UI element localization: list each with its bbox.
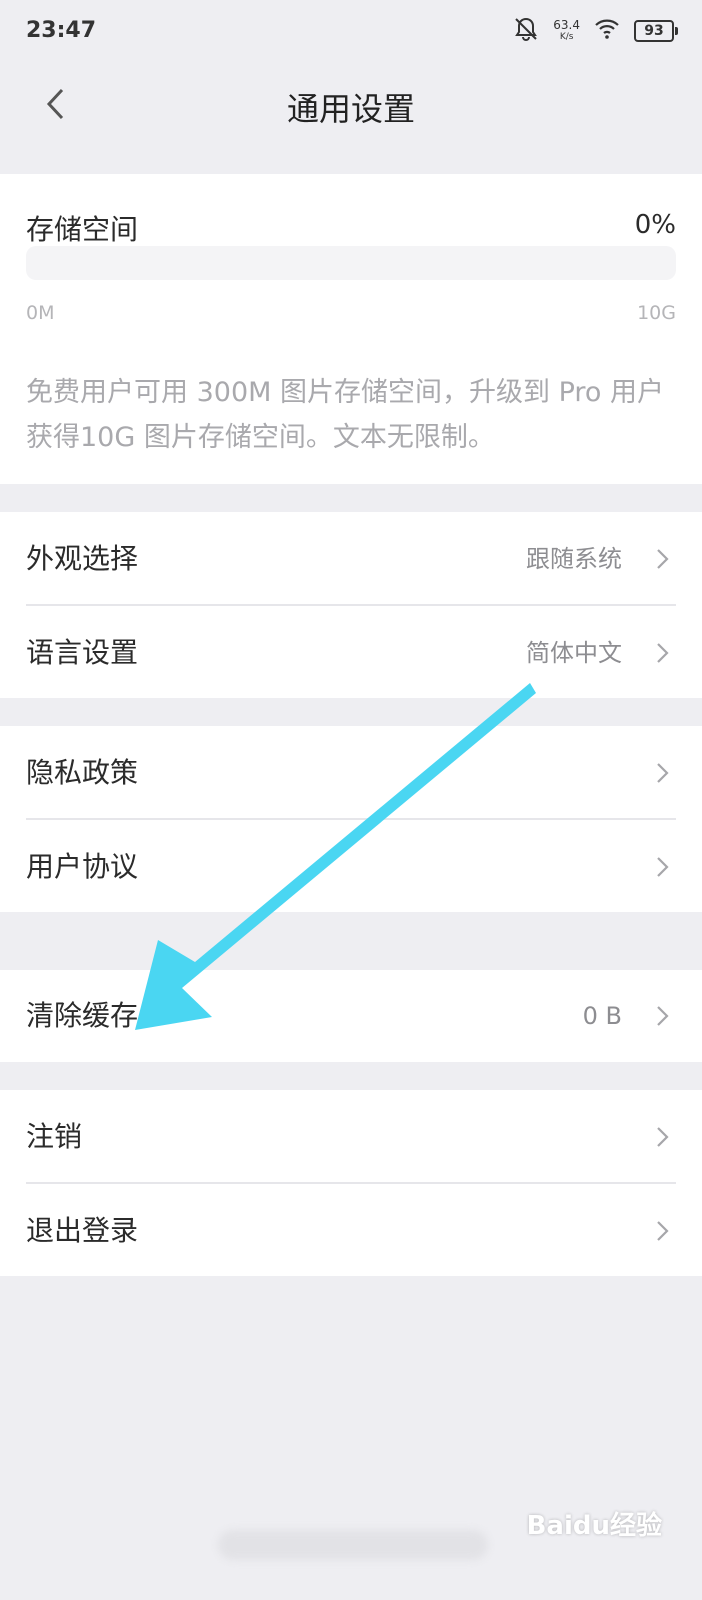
speed-value: 63.4 [553,18,580,32]
speed-unit: K/s [559,32,574,42]
chevron-right-icon [657,1006,669,1026]
storage-percent: 0% [634,210,676,240]
network-speed: 63.4 K/s [553,19,580,43]
logout-row[interactable]: 退出登录 [0,1184,702,1278]
appearance-row[interactable]: 外观选择 跟随系统 [0,512,702,606]
storage-max-label: 10G [637,302,676,324]
battery-level: 93 [644,23,664,39]
cancel-account-label: 注销 [26,1120,83,1153]
user-agreement-row[interactable]: 用户协议 [0,820,702,914]
battery-icon: 93 [634,20,678,42]
chevron-right-icon [657,549,669,569]
logout-label: 退出登录 [26,1214,139,1247]
storage-title: 存储空间 [26,213,139,246]
privacy-policy-row[interactable]: 隐私政策 [0,726,702,820]
clear-cache-label: 清除缓存 [26,999,139,1032]
display-settings-card: 外观选择 跟随系统 语言设置 简体中文 [0,512,702,698]
wifi-icon [594,18,620,44]
storage-description: 免费用户可用 300M 图片存储空间，升级到 Pro 用户获得10G 图片存储空… [26,377,664,453]
appearance-label: 外观选择 [26,542,139,575]
status-icons: 63.4 K/s 93 [513,14,678,48]
chevron-right-icon [657,1127,669,1147]
cache-card: 清除缓存 0 B [0,970,702,1062]
privacy-policy-label: 隐私政策 [26,756,139,789]
home-indicator [218,1530,488,1560]
legal-card: 隐私政策 用户协议 [0,726,702,912]
nav-bar: 通用设置 [0,64,702,174]
page-title: 通用设置 [286,90,415,128]
bell-muted-icon [513,16,539,46]
storage-min-label: 0M [26,302,55,324]
appearance-value: 跟随系统 [526,545,622,573]
language-row[interactable]: 语言设置 简体中文 [0,606,702,700]
language-label: 语言设置 [26,636,139,669]
account-card: 注销 退出登录 [0,1090,702,1276]
baidu-watermark: Baidu经验 [526,1511,662,1541]
cancel-account-row[interactable]: 注销 [0,1090,702,1184]
cache-size-value: 0 B [582,1002,622,1030]
status-bar: 23:47 63.4 K/s 93 [0,0,702,64]
language-value: 简体中文 [526,639,622,667]
chevron-right-icon [657,643,669,663]
clear-cache-row[interactable]: 清除缓存 0 B [0,970,702,1062]
storage-progress-bar [26,246,676,280]
chevron-right-icon [657,857,669,877]
status-time: 23:47 [26,18,97,43]
chevron-right-icon [657,1221,669,1241]
user-agreement-label: 用户协议 [26,850,139,883]
chevron-right-icon [657,763,669,783]
storage-card: 存储空间 0% 0M 10G 免费用户可用 300M 图片存储空间，升级到 Pr… [0,174,702,484]
